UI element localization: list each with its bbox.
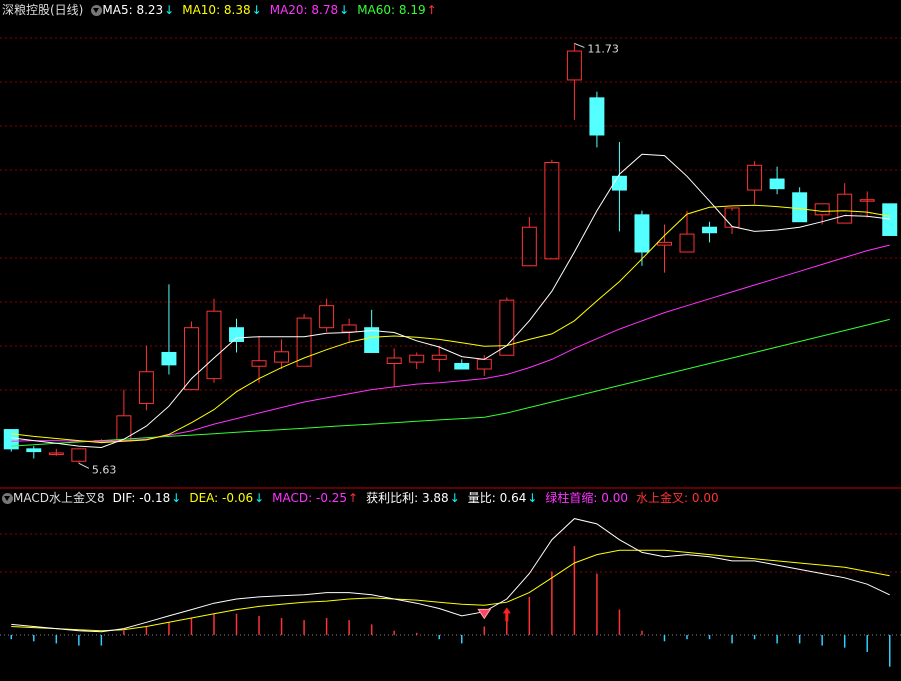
macd-indicator-value: 0.00 (688, 491, 719, 505)
macd-indicator-list: DIF: -0.18↓ DEA: -0.06↓ MACD: -0.25↑ 获利比利: … (113, 490, 727, 506)
price-indicator-label: MA60: (357, 3, 396, 17)
price-indicator-value: 8.19 (395, 3, 426, 17)
ma60-line (11, 318, 890, 447)
candle-body-up (499, 299, 515, 356)
low-price-label: 5.63 (92, 463, 117, 476)
price-indicator-value: 8.38 (220, 3, 251, 17)
stock-chart: 11.73 5.63 (0, 37, 901, 667)
down-arrow-icon: ↓ (171, 491, 182, 505)
macd-indicator-0: DIF: -0.18↓ (113, 491, 182, 505)
candle-body-up (183, 327, 199, 391)
candle-body-up (206, 310, 222, 380)
price-indicator-label: MA10: (182, 3, 221, 17)
down-arrow-icon: ↓ (254, 491, 265, 505)
macd-dif-line (11, 518, 890, 633)
macd-indicator-label: 水上金叉: (636, 491, 689, 505)
price-indicator-value: 8.78 (307, 3, 339, 17)
macd-indicator-label: MACD: (272, 491, 313, 505)
candle-body-up (251, 360, 267, 367)
price-indicator-label: MA5: (102, 3, 133, 17)
macd-dea-line (11, 549, 890, 632)
macd-indicator-6: 水上金叉: 0.00 (636, 491, 719, 505)
candle-body-up (566, 50, 582, 81)
price-panel-title: 深粮控股(日线) (2, 3, 84, 17)
candle-body-down (611, 175, 627, 191)
macd-indicator-value: 3.88 (418, 491, 449, 505)
candle-body-up (71, 448, 87, 462)
macd-panel-header: MACD水上金叉8 DIF: -0.18↓ DEA: -0.06↓ MACD: -0… (2, 490, 727, 506)
candle-body-up (431, 354, 447, 360)
macd-indicator-value: 0.00 (597, 491, 629, 505)
candle-body-down (454, 362, 470, 370)
candle-body-up (837, 193, 853, 224)
low-marker-line (78, 462, 90, 469)
macd-indicator-label: 绿柱首缩: (545, 491, 598, 505)
ma20-line (11, 244, 890, 442)
down-arrow-icon: ↓ (449, 491, 460, 505)
candle-body-down (634, 214, 650, 253)
macd-indicator-value: -0.18 (135, 491, 171, 505)
candle-body-up (544, 162, 560, 260)
candle-body-up (657, 241, 672, 246)
candle-body-up (814, 203, 830, 216)
macd-indicator-value: -0.25 (312, 491, 348, 505)
candle-body-down (589, 97, 605, 136)
candle-body-up (409, 354, 425, 363)
candle-body-up (319, 305, 335, 329)
candle-body-up (138, 371, 154, 404)
candle-body-down (229, 327, 244, 342)
macd-indicator-2: MACD: -0.25↑ (272, 491, 358, 505)
candle-body-up (724, 207, 740, 228)
candle-body-up (747, 164, 763, 191)
candle-body-up (341, 324, 357, 333)
macd-indicator-1: DEA: -0.06↓ (189, 491, 264, 505)
candle-body-up (476, 358, 492, 370)
candle-body-down (792, 192, 808, 223)
candle-body-up (386, 357, 402, 364)
macd-indicator-3: 获利比利: 3.88↓ (366, 491, 460, 505)
down-arrow-icon: ↓ (164, 3, 175, 17)
macd-indicator-value: -0.06 (218, 491, 254, 505)
price-indicator-list: MA5: 8.23↓ MA10: 8.38↓ MA20: 8.78↓ MA60: 8.… (102, 2, 444, 18)
candle-body-down (161, 351, 177, 366)
price-indicator-value: 8.23 (132, 3, 164, 17)
down-arrow-icon: ↓ (339, 3, 350, 17)
candle-body-up (521, 226, 537, 267)
candle-body-up (679, 233, 695, 253)
up-arrow-icon: ↑ (348, 491, 359, 505)
price-panel-header: 深粮控股(日线) MA5: 8.23↓ MA10: 8.38↓ MA20: 8.78… (2, 2, 445, 18)
price-indicator-2: MA20: 8.78↓ (270, 3, 349, 17)
price-indicator-label: MA20: (269, 3, 308, 17)
ma10-line (11, 204, 890, 444)
macd-indicator-label: 量比: (467, 491, 496, 505)
down-arrow-icon: ↓ (251, 3, 262, 17)
buy-signal-arrow-icon (502, 607, 511, 622)
indicator-menu-icon[interactable] (91, 4, 103, 16)
macd-menu-icon[interactable] (2, 492, 13, 504)
candle-body-down (882, 203, 898, 236)
golden-cross-gem-icon (477, 608, 492, 620)
down-arrow-icon: ↓ (527, 491, 538, 505)
candle-body-up (296, 317, 312, 367)
macd-indicator-5: 绿柱首缩: 0.00 (545, 491, 628, 505)
high-price-label: 11.73 (587, 42, 619, 55)
candle-body-down (702, 226, 718, 234)
price-indicator-0: MA5: 8.23↓ (102, 3, 174, 17)
macd-indicator-4: 量比: 0.64↓ (468, 491, 538, 505)
macd-indicator-label: DEA: (189, 491, 219, 505)
price-indicator-3: MA60: 8.19↑ (357, 3, 436, 17)
price-indicator-1: MA10: 8.38↓ (182, 3, 261, 17)
macd-panel-title: MACD水上金叉8 (13, 491, 105, 505)
candle-body-up (274, 351, 290, 363)
candle-body-down (26, 448, 42, 453)
candle-body-down (769, 178, 785, 190)
macd-indicator-label: 获利比利: (366, 491, 419, 505)
high-marker-line (574, 43, 585, 48)
macd-indicator-label: DIF: (112, 491, 136, 505)
up-arrow-icon: ↑ (426, 3, 437, 17)
macd-indicator-value: 0.64 (495, 491, 527, 505)
